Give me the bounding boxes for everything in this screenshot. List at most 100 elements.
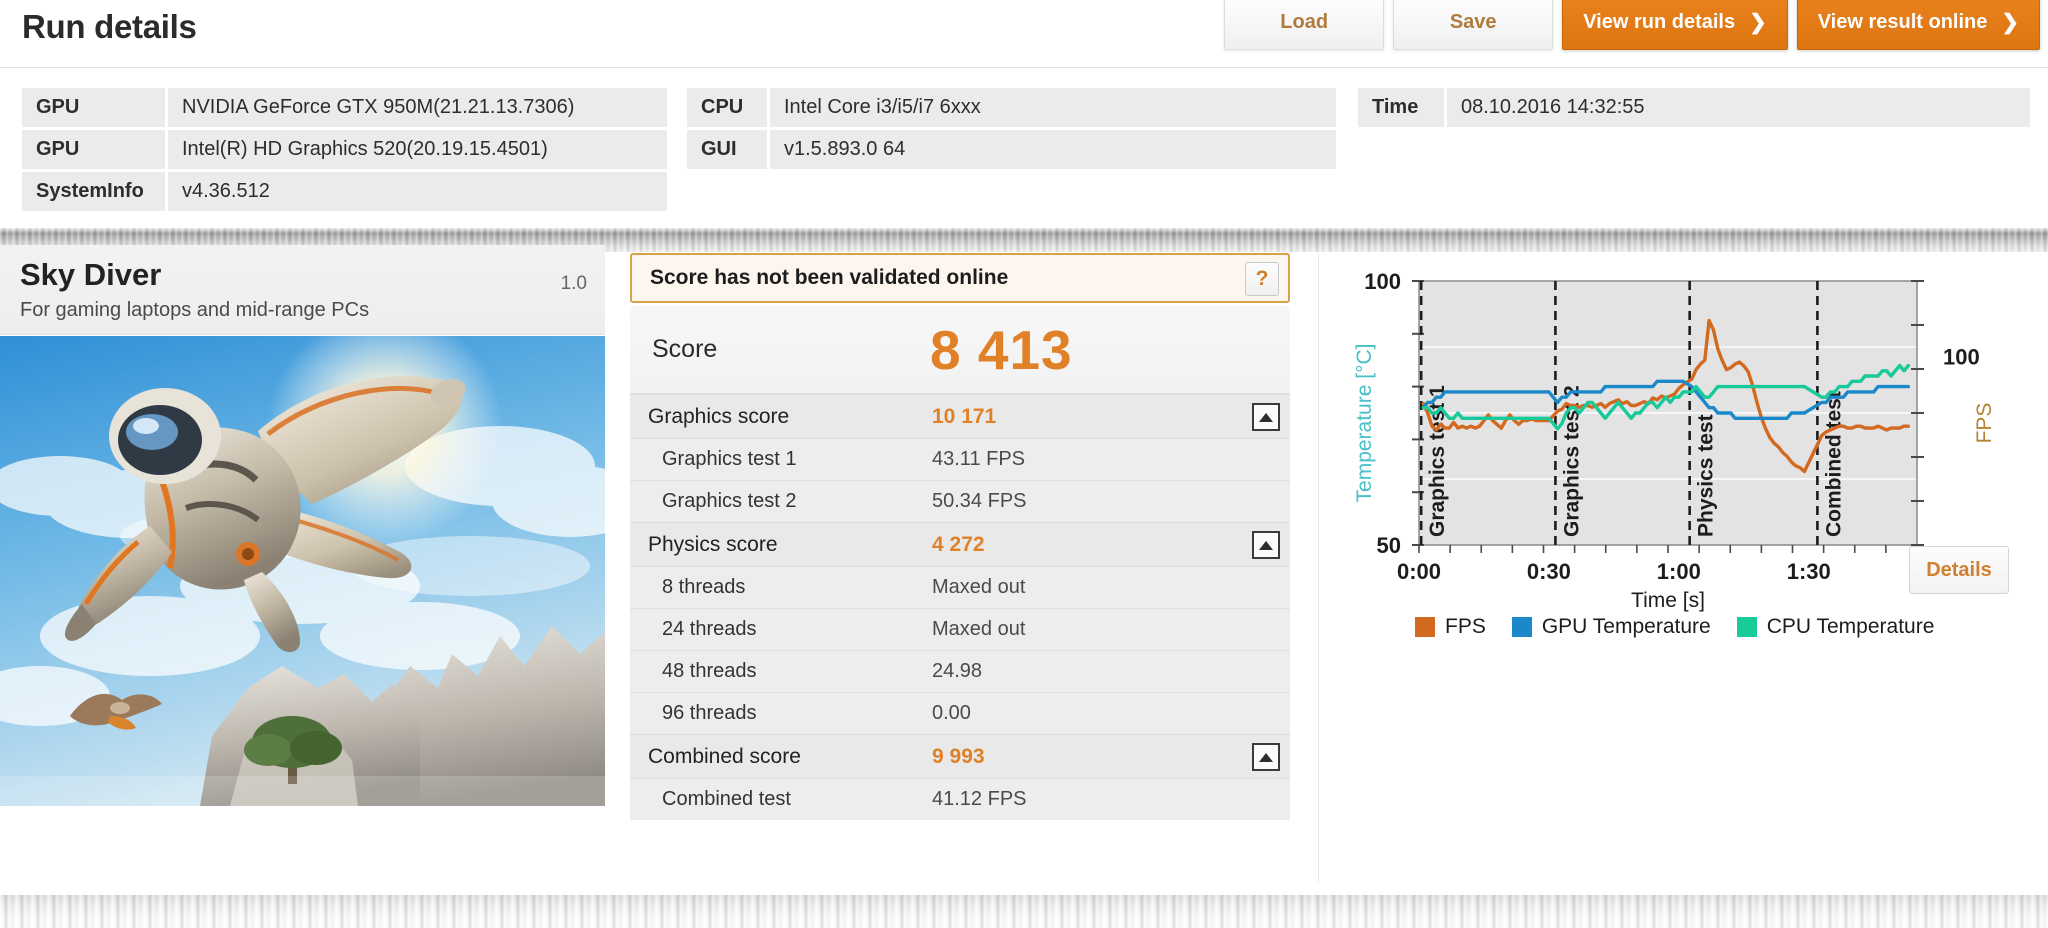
legend-swatch bbox=[1736, 617, 1757, 637]
total-score-value: 8 413 bbox=[930, 318, 1073, 381]
combined-score-row[interactable]: Combined score 9 993 bbox=[630, 734, 1290, 779]
info-value: Intel(R) HD Graphics 520(20.19.15.4501) bbox=[168, 130, 667, 169]
collapse-button[interactable] bbox=[1252, 403, 1280, 431]
validation-banner: Score has not been validated online ? bbox=[630, 253, 1290, 303]
physics-score-row[interactable]: Physics score 4 272 bbox=[630, 522, 1290, 567]
validation-message: Score has not been validated online bbox=[650, 266, 1009, 289]
legend-label: GPU Temperature bbox=[1541, 615, 1711, 638]
triangle-up-icon bbox=[1259, 540, 1273, 550]
chevron-right-icon: ❯ bbox=[2001, 10, 2019, 34]
test-version: 1.0 bbox=[560, 273, 587, 294]
info-key: SystemInfo bbox=[22, 172, 165, 211]
row-value: 50.34 FPS bbox=[932, 490, 1027, 512]
svg-text:0:30: 0:30 bbox=[1527, 559, 1571, 584]
group-label: Graphics score bbox=[648, 404, 790, 428]
row-label: 24 threads bbox=[662, 618, 757, 640]
row-value: 24.98 bbox=[932, 660, 983, 682]
row-value: 43.11 FPS bbox=[932, 448, 1026, 470]
legend-item-cpu-temperature: CPU Temperature bbox=[1736, 615, 1935, 639]
chart-legend: FPS GPU Temperature CPU Temperature bbox=[1415, 615, 1934, 639]
save-button[interactable]: Save bbox=[1393, 0, 1554, 50]
test-header: Sky Diver For gaming laptops and mid-ran… bbox=[0, 245, 605, 335]
info-key: GUI bbox=[687, 130, 767, 169]
table-row: 8 threads Maxed out bbox=[630, 567, 1290, 608]
svg-text:50: 50 bbox=[1377, 533, 1401, 558]
main-content: Sky Diver For gaming laptops and mid-ran… bbox=[0, 245, 2048, 905]
row-value: Maxed out bbox=[932, 618, 1026, 640]
legend-swatch bbox=[1511, 617, 1532, 637]
details-button[interactable]: Details bbox=[1909, 546, 2009, 594]
app-header: Run details Load Save View run details ❯… bbox=[0, 0, 2048, 68]
collapse-button[interactable] bbox=[1252, 743, 1280, 771]
table-row: Graphics test 1 43.11 FPS bbox=[630, 439, 1290, 480]
graphics-score-row[interactable]: Graphics score 10 171 bbox=[630, 394, 1290, 439]
system-info-column-1: GPU NVIDIA GeForce GTX 950M(21.21.13.730… bbox=[22, 88, 667, 214]
table-row: Combined test 41.12 FPS bbox=[630, 779, 1290, 820]
info-row: SystemInfo v4.36.512 bbox=[22, 172, 667, 211]
svg-text:Time [s]: Time [s] bbox=[1631, 589, 1705, 612]
info-key: GPU bbox=[22, 130, 165, 169]
system-info-column-3: Time 08.10.2016 14:32:55 bbox=[1358, 88, 2030, 130]
info-key: Time bbox=[1358, 88, 1444, 127]
page-title: Run details bbox=[22, 8, 197, 45]
info-value: NVIDIA GeForce GTX 950M(21.21.13.7306) bbox=[168, 88, 667, 127]
row-label: Graphics test 2 bbox=[662, 490, 797, 512]
svg-text:1:30: 1:30 bbox=[1787, 559, 1831, 584]
info-value: Intel Core i3/i5/i7 6xxx bbox=[770, 88, 1336, 127]
total-score-row: Score 8 413 bbox=[630, 306, 1290, 394]
row-label: 8 threads bbox=[662, 576, 746, 598]
view-run-details-label: View run details bbox=[1583, 10, 1736, 33]
group-label: Physics score bbox=[648, 532, 778, 556]
view-result-online-button[interactable]: View result online ❯ bbox=[1796, 0, 2040, 50]
triangle-up-icon bbox=[1259, 412, 1273, 422]
load-button[interactable]: Load bbox=[1224, 0, 1385, 50]
legend-item-fps: FPS bbox=[1415, 615, 1486, 639]
score-panel: Score has not been validated online ? Sc… bbox=[630, 253, 1290, 820]
group-value: 10 171 bbox=[932, 404, 997, 428]
benchmark-test-panel: Sky Diver For gaming laptops and mid-ran… bbox=[0, 245, 605, 905]
table-row: 96 threads 0.00 bbox=[630, 693, 1290, 734]
system-info-column-2: CPU Intel Core i3/i5/i7 6xxx GUI v1.5.89… bbox=[687, 88, 1339, 172]
group-value: 9 993 bbox=[932, 744, 985, 768]
legend-swatch bbox=[1415, 617, 1435, 637]
legend-label: CPU Temperature bbox=[1766, 615, 1935, 638]
help-icon[interactable]: ? bbox=[1245, 262, 1279, 296]
header-button-group: Load Save View run details ❯ View result… bbox=[1224, 0, 2040, 50]
table-row: 24 threads Maxed out bbox=[630, 609, 1290, 650]
system-info-tables: GPU NVIDIA GeForce GTX 950M(21.21.13.730… bbox=[0, 88, 2048, 211]
test-hero-image bbox=[0, 336, 605, 806]
test-subtitle: For gaming laptops and mid-range PCs bbox=[20, 299, 370, 321]
texture-bottom-band bbox=[0, 895, 2048, 928]
view-run-details-button[interactable]: View run details ❯ bbox=[1562, 0, 1788, 50]
info-row: Time 08.10.2016 14:32:55 bbox=[1358, 88, 2030, 127]
total-score-label: Score bbox=[652, 335, 718, 363]
triangle-up-icon bbox=[1259, 752, 1273, 762]
row-label: Graphics test 1 bbox=[662, 448, 797, 470]
group-value: 4 272 bbox=[932, 532, 985, 556]
row-label: 96 threads bbox=[662, 702, 757, 724]
row-value: 41.12 FPS bbox=[932, 788, 1027, 810]
wingsuit-illustration bbox=[0, 336, 605, 806]
info-row: CPU Intel Core i3/i5/i7 6xxx bbox=[687, 88, 1339, 127]
info-row: GPU Intel(R) HD Graphics 520(20.19.15.45… bbox=[22, 130, 667, 169]
group-label: Combined score bbox=[648, 744, 801, 768]
info-key: CPU bbox=[687, 88, 767, 127]
info-value: 08.10.2016 14:32:55 bbox=[1447, 88, 2030, 127]
svg-text:FPS: FPS bbox=[1973, 403, 1996, 444]
row-value: 0.00 bbox=[932, 702, 971, 724]
info-value: v4.36.512 bbox=[168, 172, 667, 211]
monitoring-chart-panel: 100 50 100 Temperature [°C] FPS 0:00 0:30 1:00 1… bbox=[1318, 253, 2036, 883]
svg-text:1:00: 1:00 bbox=[1657, 559, 1701, 584]
collapse-button[interactable] bbox=[1252, 531, 1280, 559]
view-result-online-label: View result online bbox=[1817, 10, 1988, 33]
row-value: Maxed out bbox=[932, 576, 1026, 598]
chevron-right-icon: ❯ bbox=[1749, 10, 1767, 34]
svg-text:100: 100 bbox=[1364, 269, 1401, 294]
header-divider bbox=[0, 67, 2048, 68]
info-key: GPU bbox=[22, 88, 165, 127]
info-row: GPU NVIDIA GeForce GTX 950M(21.21.13.730… bbox=[22, 88, 667, 127]
legend-label: FPS bbox=[1445, 615, 1486, 638]
test-name: Sky Diver bbox=[20, 257, 162, 292]
legend-item-gpu-temperature: GPU Temperature bbox=[1511, 615, 1711, 639]
table-row: Graphics test 2 50.34 FPS bbox=[630, 481, 1290, 522]
